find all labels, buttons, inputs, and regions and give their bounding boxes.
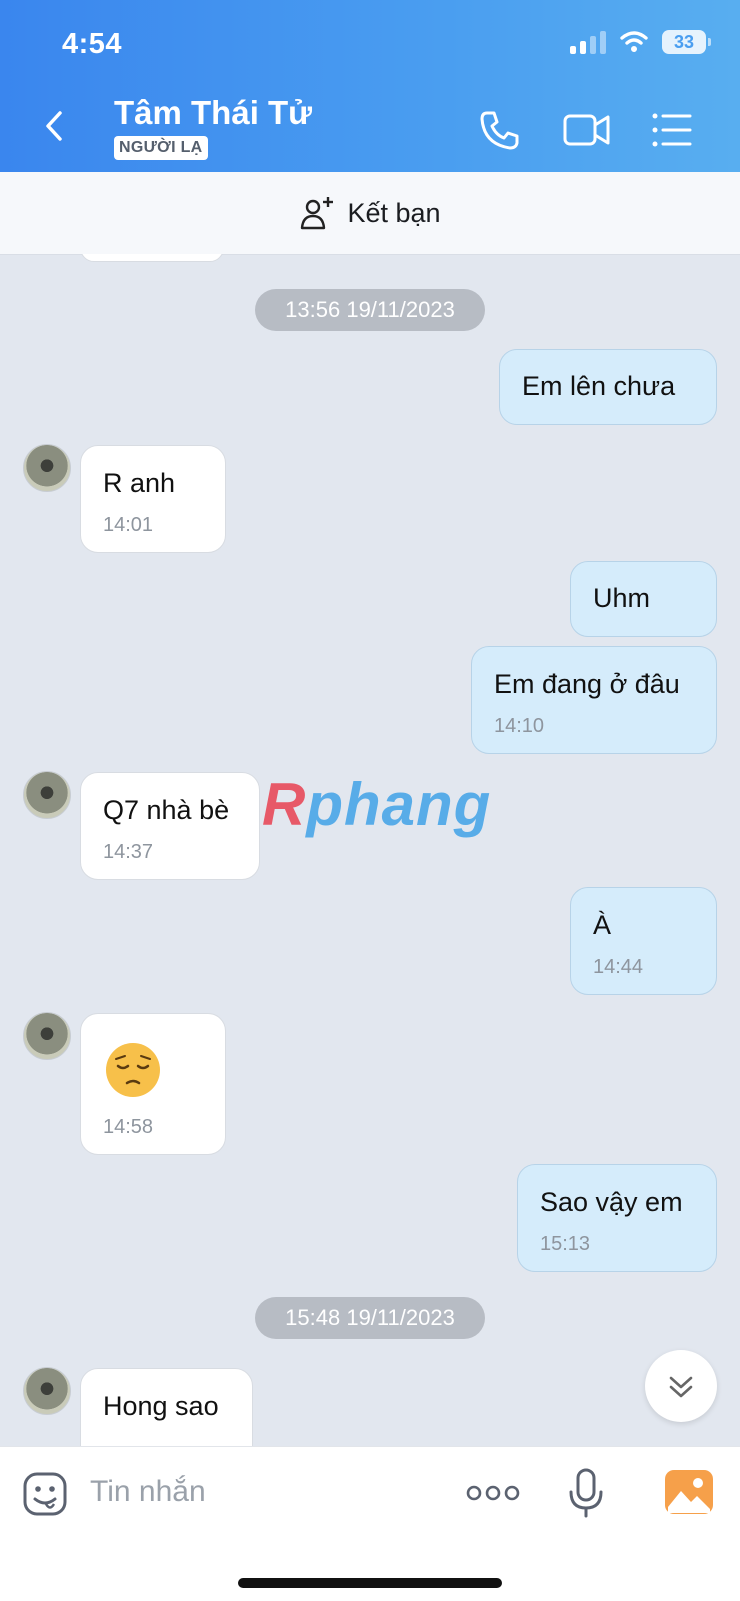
message-text: Hong sao [103,1391,219,1421]
avatar[interactable] [23,444,71,492]
wifi-icon [620,31,648,52]
avatar[interactable] [23,771,71,819]
message-text: R anh [103,468,176,498]
status-time: 4:54 [62,28,123,60]
avatar[interactable] [23,1367,71,1415]
message-text: Uhm [593,583,651,613]
message-bubble-outgoing[interactable]: Uhm [570,561,717,637]
message-time: 14:58 [103,1116,154,1138]
home-indicator [238,1578,502,1588]
back-button[interactable] [38,108,74,144]
message-time: 15:13 [540,1233,591,1255]
message-bubble-incoming[interactable]: 14:58 [80,1013,226,1155]
pensive-emoji [106,1043,160,1097]
message-text: À [593,910,612,940]
avatar[interactable] [23,1012,71,1060]
phone-call-icon[interactable] [478,108,522,152]
add-friend-button[interactable]: Kết bạn [0,172,740,255]
message-bubble-outgoing[interactable]: Sao vậy em 15:13 [517,1164,717,1272]
message-text: Em đang ở đâu [494,669,680,699]
message-bubble-incoming[interactable]: Q7 nhà bè 14:37 [80,772,260,880]
watermark-logo: Rphang [262,771,492,838]
message-bubble-incoming[interactable]: R anh 14:01 [80,445,226,553]
microphone-icon[interactable] [566,1467,606,1519]
more-options-icon[interactable] [466,1481,520,1505]
message-time: 14:01 [103,514,154,536]
sticker-icon[interactable] [22,1471,68,1517]
video-call-icon[interactable] [562,108,612,152]
scroll-to-bottom-button[interactable] [645,1350,717,1422]
message-bubble-incoming[interactable]: Hong sao [80,1368,253,1446]
message-bubble-outgoing[interactable]: Em lên chưa [499,349,717,425]
chat-area[interactable]: 13:56 19/11/2023 Em lên chưa R anh 14:01… [0,254,740,1446]
image-gallery-icon[interactable] [664,1469,714,1515]
message-time: 14:37 [103,841,154,863]
message-time: 14:10 [494,715,545,737]
message-text: Sao vậy em [540,1187,683,1217]
message-bubble-outgoing[interactable]: Em đang ở đâu 14:10 [471,646,717,754]
menu-list-icon[interactable] [650,108,694,152]
message-time: 14:44 [593,956,644,978]
date-separator: 13:56 19/11/2023 [255,289,485,331]
message-bubble-outgoing[interactable]: À 14:44 [570,887,717,995]
status-icons: 33 [570,30,711,54]
cellular-signal-icon [570,30,606,54]
message-text: Em lên chưa [522,371,676,401]
add-person-icon [301,197,334,230]
message-text: Q7 nhà bè [103,795,230,825]
message-input[interactable]: Tin nhắn [90,1475,206,1509]
add-friend-label: Kết bạn [347,197,441,228]
date-separator: 15:48 19/11/2023 [255,1297,485,1339]
previous-message-bubble[interactable] [80,254,224,262]
chat-header: 4:54 33 Tâm Thái Tử NGƯỜI LẠ [0,0,740,172]
battery-icon: 33 [662,30,711,54]
stranger-badge: NGƯỜI LẠ [114,136,208,160]
contact-name[interactable]: Tâm Thái Tử [114,94,312,132]
